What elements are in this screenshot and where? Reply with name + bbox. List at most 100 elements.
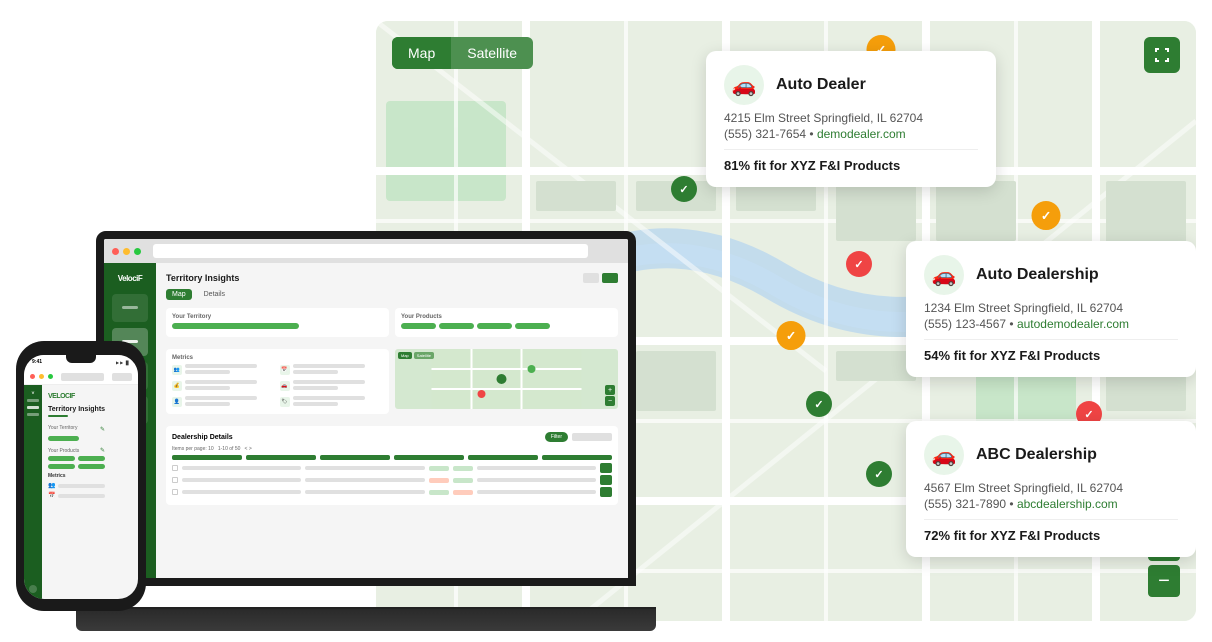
svg-text:✓: ✓	[1041, 209, 1051, 223]
table-header-col-1	[172, 455, 242, 460]
phone-metrics-label: Metrics	[48, 473, 105, 479]
laptop-page-title: Territory Insights	[166, 273, 239, 283]
phone-product-3	[48, 464, 75, 469]
metric-bar-6a	[293, 396, 365, 400]
table-action-2[interactable]	[600, 475, 612, 485]
sidebar-nav-item-1[interactable]	[112, 294, 148, 322]
dealer-website-3[interactable]: abcdealership.com	[1017, 497, 1118, 511]
laptop-filter-pill[interactable]: Filter	[545, 432, 568, 442]
table-data-2-2	[305, 478, 424, 482]
laptop-tab-details[interactable]: Details	[198, 289, 231, 300]
table-data-2-3	[477, 478, 596, 482]
map-pin-green-3[interactable]: ✓	[866, 461, 892, 495]
table-chip-3-1	[429, 490, 449, 495]
dealer-phone-2: (555) 123-4567 • autodemodealer.com	[924, 317, 1178, 331]
phone-product-4	[78, 464, 105, 469]
phone-products-edit[interactable]: ✎	[100, 447, 105, 454]
laptop: VelociF	[76, 231, 656, 631]
satellite-btn[interactable]: Satellite	[451, 37, 533, 69]
metric-icon-1: 👥	[172, 365, 182, 375]
phone-products-grid	[48, 456, 105, 469]
map-pin-yellow-2[interactable]: ✓	[1031, 201, 1061, 239]
phone-sidebar-item-1[interactable]	[27, 399, 39, 402]
mini-map-btn[interactable]: Map	[398, 352, 412, 359]
phone-notch	[66, 355, 96, 363]
metric-row-3: 💰	[172, 380, 276, 392]
dealer-icon-3: 🚗	[924, 435, 964, 475]
dealer-name-1: Auto Dealer	[776, 76, 866, 94]
dealer-website-2[interactable]: autodemodealer.com	[1017, 317, 1129, 331]
zoom-out-button[interactable]: −	[1148, 565, 1180, 597]
table-row-checkbox-1[interactable]	[172, 465, 178, 471]
laptop-base	[76, 609, 656, 631]
metric-bar-1b	[185, 370, 230, 374]
mini-map-zoom: + −	[605, 385, 615, 406]
laptop-top-sections: Your Territory Your Products	[166, 308, 618, 343]
phone-products-header: Your Products ✎	[48, 447, 105, 454]
phone-page-title: Territory Insights	[48, 406, 105, 413]
metric-bars-6	[293, 396, 384, 408]
table-chip-2-1	[429, 478, 449, 483]
metric-bar-4b	[293, 386, 338, 390]
map-pin-green-2[interactable]: ✓	[806, 391, 832, 425]
laptop-search-input[interactable]	[572, 433, 612, 441]
table-row-checkbox-2[interactable]	[172, 477, 178, 483]
app-main-content: Territory Insights Map Details	[156, 263, 628, 578]
phone-user-avatar[interactable]	[29, 585, 37, 593]
laptop-action-btn-1[interactable]	[583, 273, 599, 283]
dealer-card-3-header: 🚗 ABC Dealership	[924, 435, 1178, 475]
browser-url-bar[interactable]	[153, 244, 588, 258]
phone-nav-maximize	[48, 374, 53, 379]
screen-content: VelociF	[104, 239, 628, 578]
mini-zoom-out[interactable]: −	[605, 396, 615, 406]
table-row-checkbox-3[interactable]	[172, 489, 178, 495]
laptop-details-section: Dealership Details Filter Items per page…	[166, 426, 618, 505]
table-action-3[interactable]	[600, 487, 612, 497]
table-header-col-2	[246, 455, 316, 460]
phone-time: 9:41	[32, 359, 42, 365]
table-header-col-4	[394, 455, 464, 460]
dealer-card-2-header: 🚗 Auto Dealership	[924, 255, 1178, 295]
dealer-card-3: 🚗 ABC Dealership 4567 Elm Street Springf…	[906, 421, 1196, 557]
phone-status-icons: ▶ ▶ ▐▌	[116, 360, 130, 365]
map-btn[interactable]: Map	[392, 37, 451, 69]
table-row-3	[172, 487, 612, 497]
phone-metric-bar-1	[58, 484, 105, 488]
metric-row-1: 👥	[172, 364, 276, 376]
laptop-action-btn-2[interactable]	[602, 273, 618, 283]
laptop-mini-map: Map Satellite	[395, 349, 618, 409]
table-action-1[interactable]	[600, 463, 612, 473]
sidebar-nav-icon-1	[122, 306, 138, 309]
metric-icon-3: 💰	[172, 381, 182, 391]
metric-icon-5: 👤	[172, 397, 182, 407]
metric-row-4: 🚗	[280, 380, 384, 392]
table-header-col-3	[320, 455, 390, 460]
phone-url-bar[interactable]	[61, 373, 104, 381]
phone-sidebar-item-3[interactable]	[27, 413, 39, 416]
laptop-tab-map[interactable]: Map	[166, 289, 192, 300]
phone-main-content: VELOCIF Territory Insights Your Territor…	[42, 385, 111, 599]
dealer-website-1[interactable]: demodealer.com	[817, 127, 906, 141]
dealer-fit-3: 72% fit for XYZ F&I Products	[924, 519, 1178, 543]
laptop-territory-bar	[172, 323, 299, 329]
map-pin-yellow-3[interactable]: ✓	[776, 321, 806, 359]
phone: 9:41 ▶ ▶ ▐▌ V	[16, 341, 146, 611]
phone-territory-edit[interactable]: ✎	[100, 426, 105, 433]
phone-sidebar-item-2[interactable]	[27, 406, 39, 409]
table-header-col-5	[468, 455, 538, 460]
dealer-name-3: ABC Dealership	[976, 446, 1097, 464]
mini-zoom-in[interactable]: +	[605, 385, 615, 395]
app-layout: VelociF	[104, 263, 628, 578]
phone-app-logo-text: VELOCIF	[48, 393, 105, 400]
map-pin-green-1[interactable]: ✓	[671, 176, 697, 210]
map-expand-button[interactable]	[1144, 37, 1180, 73]
map-pin-red-1[interactable]: ✓	[846, 251, 872, 285]
phone-territory-label: Your Territory	[48, 425, 77, 431]
expand-icon	[1154, 47, 1170, 63]
phone-nav-menu[interactable]	[112, 373, 132, 381]
metric-row-5: 👤	[172, 396, 276, 408]
map-toggle-group: Map Satellite	[392, 37, 533, 69]
laptop-details-controls: Filter	[545, 432, 612, 442]
metric-bars-2	[293, 364, 384, 376]
mini-satellite-btn[interactable]: Satellite	[414, 352, 434, 359]
